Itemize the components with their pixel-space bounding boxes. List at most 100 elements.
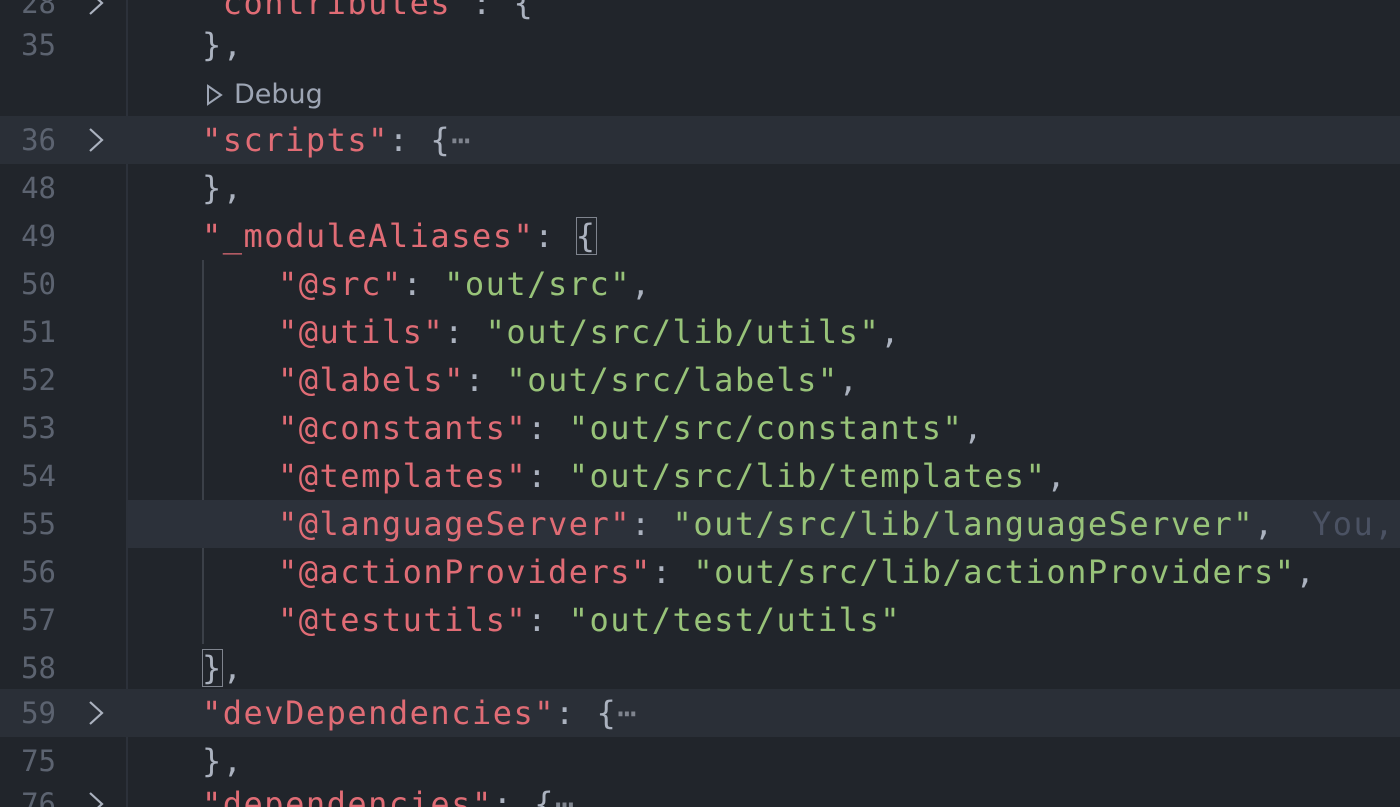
code-line[interactable]: 49 "_moduleAliases": { (0, 212, 1400, 260)
code-text: "@labels": "out/src/labels", (278, 356, 859, 404)
code-text: "dependencies": {⋯ (202, 780, 576, 807)
code-text: "@actionProviders": "out/src/lib/actionP… (278, 548, 1316, 596)
json-key: "dependencies" (202, 785, 493, 807)
json-string-value: "out/src/lib/actionProviders" (693, 553, 1296, 591)
code-line[interactable]: 75 }, (0, 737, 1400, 785)
code-line-folded[interactable]: 76 "dependencies": {⋯ (0, 780, 1400, 807)
json-punctuation: : (527, 601, 569, 639)
fold-chevron-icon[interactable] (82, 698, 110, 728)
folded-ellipsis[interactable]: ⋯ (617, 694, 638, 732)
code-line[interactable]: 52 "@labels": "out/src/labels", (0, 356, 1400, 404)
json-punctuation: }, (202, 26, 244, 64)
json-punctuation: , (880, 313, 901, 351)
line-number: 49 (21, 219, 56, 253)
line-number: 56 (21, 555, 56, 589)
debug-label: Debug (234, 79, 323, 110)
code-text: }, (202, 644, 244, 692)
json-punctuation: : (651, 553, 694, 591)
json-punctuation: : (402, 265, 445, 303)
code-line[interactable]: 50 "@src": "out/src", (0, 260, 1400, 308)
play-outline-icon (207, 84, 223, 106)
json-punctuation: : (527, 409, 569, 447)
json-punctuation: : { (388, 121, 452, 159)
fold-chevron-icon[interactable] (82, 789, 110, 807)
matching-bracket: } (202, 649, 223, 687)
json-punctuation: : (444, 313, 486, 351)
code-line-current[interactable]: "@languageServer": "out/src/lib/language… (126, 500, 1400, 548)
line-number-gutter: 55 (0, 500, 126, 548)
code-line[interactable]: 56 "@actionProviders": "out/src/lib/acti… (0, 548, 1400, 596)
json-string-value: "out/src/lib/templates" (568, 457, 1047, 495)
code-text: "@languageServer": "out/src/lib/language… (278, 500, 1275, 548)
json-punctuation: : { (555, 694, 618, 732)
json-punctuation: : { (471, 0, 535, 22)
code-line-folded[interactable]: 59 "devDependencies": {⋯ (0, 689, 1400, 737)
json-key: "_moduleAliases" (202, 217, 535, 255)
json-punctuation: : (534, 217, 576, 255)
code-line[interactable]: 48 }, (0, 164, 1400, 212)
json-punctuation: : (527, 457, 569, 495)
code-text: }, (202, 737, 244, 785)
json-string-value: "out/src" (444, 265, 632, 303)
code-line[interactable]: 35 }, (0, 21, 1400, 69)
line-number: 50 (21, 267, 56, 301)
json-string-value: "out/src/labels" (506, 361, 839, 399)
json-punctuation: }, (202, 169, 244, 207)
line-number: 54 (21, 459, 56, 493)
json-punctuation: : (631, 505, 673, 543)
code-text: "@templates": "out/src/lib/templates", (278, 452, 1067, 500)
code-editor[interactable]: 28 "contributes": { 35 }, Debug 36 "scri… (0, 0, 1400, 807)
git-blame-annotation: You, (1312, 505, 1396, 543)
line-number: 52 (21, 363, 56, 397)
json-punctuation: , (222, 649, 244, 687)
json-key: "@src" (278, 265, 403, 303)
json-key: "@constants" (278, 409, 528, 447)
json-key: "scripts" (202, 121, 389, 159)
json-string-value: "out/src/lib/languageServer" (672, 505, 1254, 543)
json-key: "@utils" (278, 313, 445, 351)
json-string-value: "out/test/utils" (568, 601, 901, 639)
code-line[interactable]: 58 }, (0, 644, 1400, 692)
debug-codelens[interactable]: Debug (206, 74, 323, 116)
line-number: 75 (21, 744, 56, 778)
json-key: "contributes" (202, 0, 472, 22)
line-number: 36 (21, 123, 56, 157)
code-text: }, (202, 21, 244, 69)
code-line[interactable]: 53 "@constants": "out/src/constants", (0, 404, 1400, 452)
json-punctuation: , (1046, 457, 1068, 495)
json-key: "@testutils" (278, 601, 528, 639)
json-punctuation: }, (202, 742, 244, 780)
code-text: "@testutils": "out/test/utils" (278, 596, 901, 644)
line-number: 58 (21, 651, 56, 685)
code-text: "@constants": "out/src/constants", (278, 404, 984, 452)
code-text: "_moduleAliases": { (202, 212, 597, 260)
folded-ellipsis[interactable]: ⋯ (555, 785, 576, 807)
code-line[interactable]: 51 "@utils": "out/src/lib/utils", (0, 308, 1400, 356)
json-key: "@actionProviders" (278, 553, 652, 591)
json-key: "@languageServer" (278, 505, 632, 543)
fold-chevron-icon[interactable] (82, 0, 110, 18)
line-number: 57 (21, 603, 56, 637)
json-punctuation: : { (492, 785, 556, 807)
json-key: "@labels" (278, 361, 465, 399)
code-text: "@src": "out/src", (278, 260, 652, 308)
code-line-folded[interactable]: 36 "scripts": {⋯ (0, 116, 1400, 164)
code-text: "@utils": "out/src/lib/utils", (278, 308, 901, 356)
json-string-value: "out/src/constants" (568, 409, 964, 447)
json-punctuation: , (1295, 553, 1317, 591)
json-punctuation: : (464, 361, 507, 399)
line-number: 48 (21, 171, 56, 205)
code-text: "devDependencies": {⋯ (202, 689, 638, 737)
line-number: 53 (21, 411, 56, 445)
matching-bracket: { (575, 217, 597, 255)
folded-ellipsis[interactable]: ⋯ (451, 121, 472, 159)
line-number: 55 (21, 507, 56, 541)
code-line[interactable]: 54 "@templates": "out/src/lib/templates"… (0, 452, 1400, 500)
line-number: 76 (21, 787, 56, 807)
line-number: 35 (21, 28, 56, 62)
json-key: "devDependencies" (202, 694, 556, 732)
json-punctuation: , (963, 409, 985, 447)
code-line[interactable]: 57 "@testutils": "out/test/utils" (0, 596, 1400, 644)
json-punctuation: , (631, 265, 652, 303)
fold-chevron-icon[interactable] (82, 125, 110, 155)
